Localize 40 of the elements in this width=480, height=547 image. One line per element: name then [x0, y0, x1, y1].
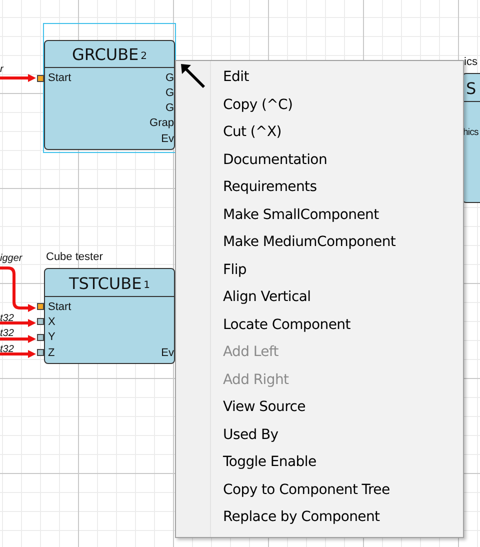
wire — [0, 266, 36, 312]
wire-label: igger — [0, 253, 22, 264]
menu-item[interactable]: Toggle Enable — [176, 449, 463, 476]
data-port-icon[interactable] — [37, 318, 44, 326]
wire — [0, 335, 36, 343]
menu-item[interactable]: Requirements — [176, 174, 463, 202]
menu-item[interactable]: Copy to Component Tree — [176, 476, 463, 504]
port-label: Start — [48, 70, 72, 86]
trigger-port-icon[interactable] — [37, 303, 44, 310]
port-label: G — [165, 101, 174, 116]
menu-item[interactable]: View Source — [176, 394, 463, 422]
menu-item[interactable]: Documentation — [176, 146, 463, 174]
wire — [0, 74, 36, 82]
menu-item[interactable]: Flip — [176, 256, 463, 284]
menu-item[interactable]: Align Vertical — [176, 284, 463, 312]
port-label: Grap — [150, 116, 174, 132]
wire-label: t32 — [0, 328, 14, 339]
port-label: G — [165, 70, 174, 86]
wire-label: r — [0, 64, 4, 75]
menu-item[interactable]: Make MediumComponent — [176, 229, 463, 256]
menu-item[interactable]: Locate Component — [176, 312, 463, 339]
menu-item[interactable]: Cut (^X) — [176, 119, 463, 146]
port-label: Ev — [161, 132, 174, 147]
port-label: Start — [48, 300, 72, 315]
port-label: X — [48, 315, 56, 330]
menu-item[interactable]: Copy (^C) — [176, 92, 463, 119]
port-label: Z — [48, 346, 55, 361]
menu-item[interactable]: Make SmallComponent — [176, 202, 463, 229]
cursor-icon — [179, 62, 207, 90]
port-label: Y — [48, 330, 56, 346]
wire-label: t32 — [0, 344, 14, 355]
node-caption: Cube tester — [46, 251, 103, 263]
menu-item[interactable]: Replace by Component — [176, 504, 463, 532]
trigger-port-icon[interactable] — [37, 75, 44, 82]
port-label: G — [165, 86, 174, 101]
menu-item[interactable]: Edit — [176, 64, 463, 92]
node-caption: ics — [464, 56, 478, 68]
menu-item[interactable]: Used By — [176, 422, 463, 449]
wire-label: t32 — [0, 313, 14, 324]
port-label: Ev — [161, 346, 174, 361]
